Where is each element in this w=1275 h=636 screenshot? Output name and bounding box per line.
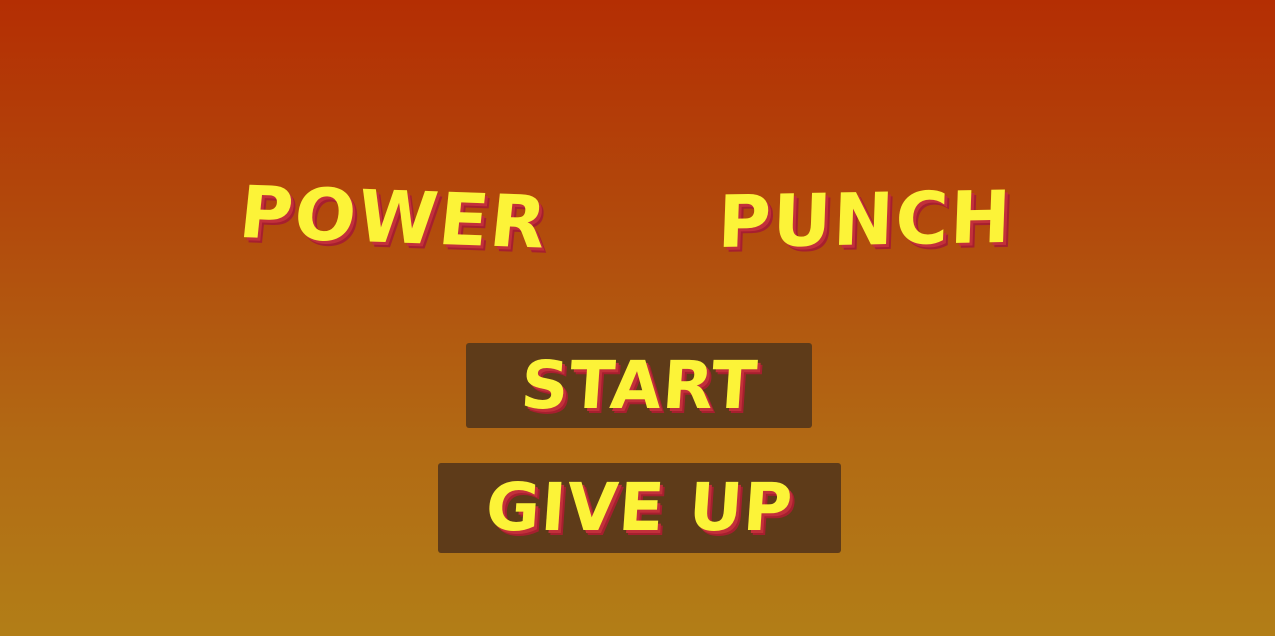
title-word-punch: PUNCH [716,174,1015,265]
title-word-power: POWER [235,170,553,265]
give-up-button[interactable]: GIVE UP [438,463,841,553]
start-button-label: START [518,346,760,424]
give-up-button-label: GIVE UP [483,469,796,546]
start-button[interactable]: START [466,343,812,428]
